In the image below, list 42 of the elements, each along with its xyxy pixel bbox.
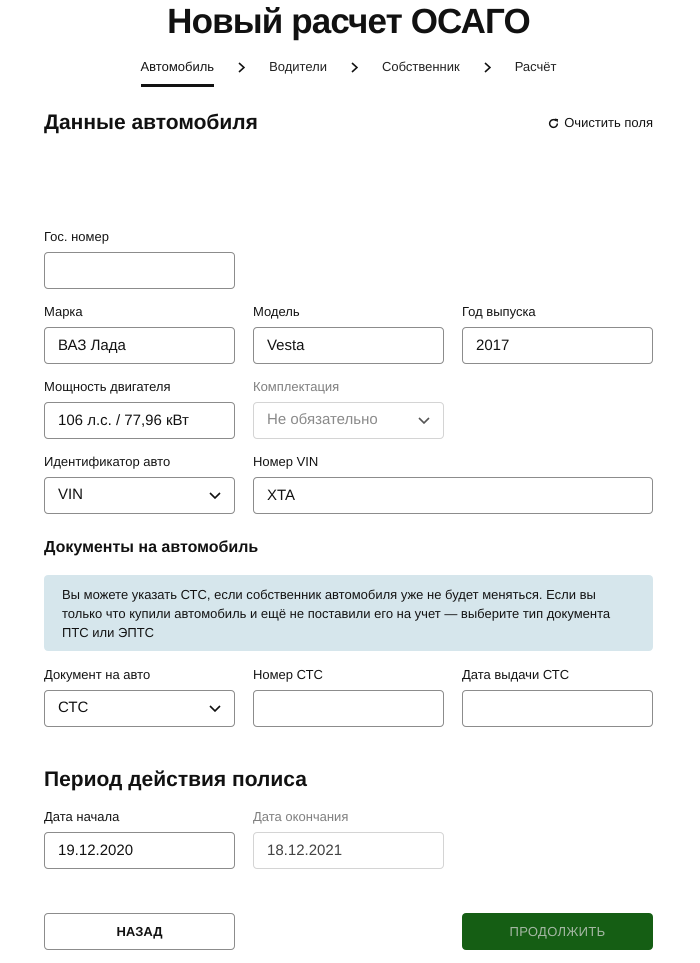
chevron-down-icon <box>418 417 430 424</box>
section-heading: Документы на автомобиль <box>44 538 260 558</box>
field-label: Документ на авто <box>44 666 152 684</box>
chevron-right-icon <box>351 62 358 73</box>
step-tab[interactable]: Расчёт <box>514 57 556 87</box>
field-label: Дата начала <box>44 808 120 826</box>
clear-fields-button[interactable]: Очистить поля <box>548 114 653 132</box>
text-field[interactable]: ВАЗ Лада <box>44 327 235 364</box>
step-tab[interactable]: Автомобиль <box>140 57 214 87</box>
dropdown-field[interactable]: СТС <box>44 690 235 727</box>
field-label: Комплектация <box>253 378 340 396</box>
text-field[interactable]: 19.12.2020 <box>44 832 235 869</box>
chevron-right-icon <box>238 62 246 73</box>
section-heading: Данные автомобиля <box>44 110 258 136</box>
field-label: Дата выдачи СТС <box>462 666 570 684</box>
text-field[interactable]: 106 л.с. / 77,96 кВт <box>44 402 235 439</box>
text-field[interactable] <box>44 252 235 289</box>
text-field[interactable]: Vesta <box>253 327 444 364</box>
field-label: Год выпуска <box>462 303 537 321</box>
field-label: Марка <box>44 303 84 321</box>
text-field[interactable] <box>253 690 444 727</box>
chevron-right-icon <box>484 62 491 73</box>
refresh-icon <box>548 118 560 128</box>
field-label: Номер VIN <box>253 453 320 471</box>
chevron-down-icon <box>209 492 221 499</box>
dropdown-field[interactable]: VIN <box>44 477 235 514</box>
page-title: Новый расчет ОСАГО <box>166 1 531 43</box>
field-label: Модель <box>253 303 301 321</box>
section-heading: Период действия полиса <box>44 767 308 793</box>
chevron-down-icon <box>209 705 221 712</box>
step-tab[interactable]: Водители <box>269 57 328 87</box>
field-label: Гос. номер <box>44 228 110 246</box>
text-field[interactable]: 2017 <box>462 327 653 364</box>
field-label: Номер СТС <box>253 666 324 684</box>
notice-text: Вы можете указать СТС, если собственник автомобиля уже не будет меняться. Если вы только что купили автомобиль и ещё не поставили его на учет — выберите тип документа ПТС или ЭПТС <box>62 586 612 642</box>
step-tab[interactable]: Собственник <box>382 57 460 87</box>
field-label: Идентификатор авто <box>44 453 172 471</box>
field-label: Мощность двигателя <box>44 378 172 396</box>
text-field[interactable] <box>462 690 653 727</box>
text-field[interactable]: XTA <box>253 477 653 514</box>
back-button[interactable]: НАЗАД <box>44 913 235 950</box>
field-label: Дата окончания <box>253 808 350 826</box>
